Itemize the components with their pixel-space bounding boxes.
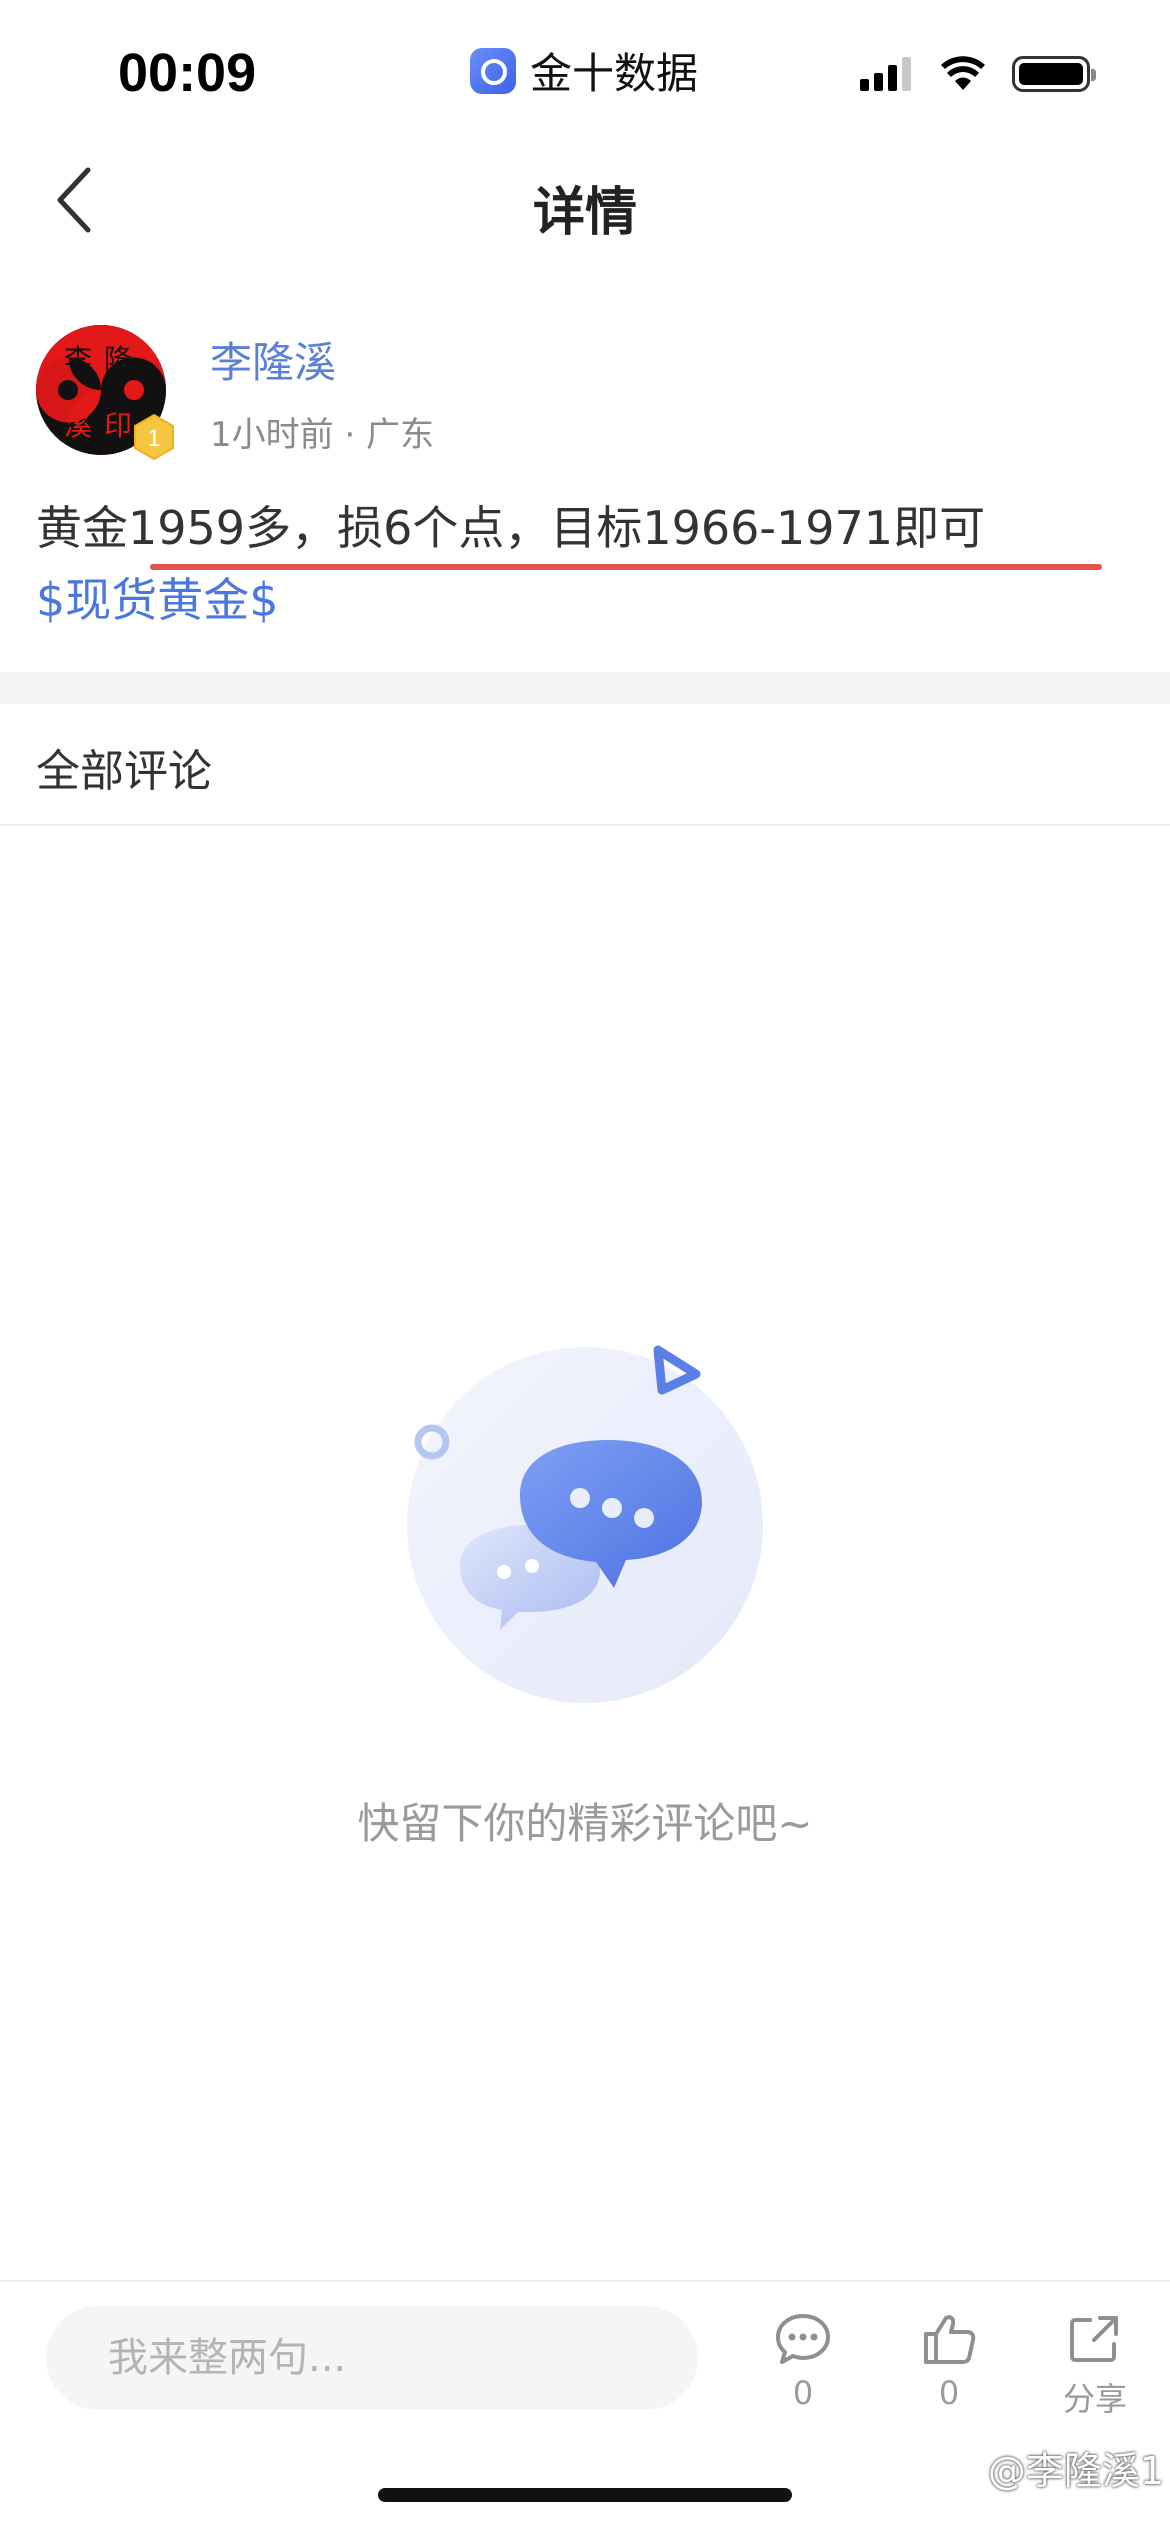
thumbs-up-icon [924, 2315, 976, 2364]
section-divider [0, 672, 1170, 704]
share-label: 分享 [1062, 2380, 1127, 2418]
nav-bar: 详情 [0, 140, 1170, 260]
share-icon [1070, 2316, 1118, 2362]
like-button[interactable]: 0 [894, 2312, 1004, 2412]
wifi-icon [941, 56, 985, 90]
post-detail-screen: 00:09 金十数据 详情 李 隆 溪 印 1 李隆溪 1小时前 · 广东 黄金… [0, 0, 1170, 2532]
app-logo-icon [470, 47, 516, 94]
like-count: 0 [938, 2374, 960, 2412]
page-title: 详情 [532, 183, 637, 243]
hand-drawn-underline [150, 564, 1102, 570]
comments-header: 全部评论 [36, 746, 212, 797]
svg-text:印: 印 [104, 409, 132, 442]
meta-separator: · [344, 415, 356, 455]
level-badge-icon: 1 [134, 413, 174, 461]
comment-input[interactable] [46, 2306, 698, 2410]
status-time: 00:09 [118, 43, 257, 103]
post-time: 1小时前 [210, 415, 334, 455]
post-text: 黄金1959多，损6个点，目标1966-1971即可 [36, 501, 986, 555]
comment-bubble-icon [776, 2314, 830, 2364]
svg-text:李: 李 [64, 343, 92, 376]
status-icons [860, 56, 1096, 92]
empty-comments-text: 快留下你的精彩评论吧~ [357, 1799, 813, 1848]
watermark: @李隆溪1 [987, 2449, 1164, 2493]
status-bar: 00:09 金十数据 [0, 0, 1170, 140]
post-location: 广东 [366, 415, 435, 455]
status-app-name: 金十数据 [530, 49, 699, 98]
status-app-indicator[interactable]: 金十数据 [470, 40, 698, 101]
post-header: 李 隆 溪 印 1 李隆溪 1小时前 · 广东 [36, 325, 1136, 465]
comments-button[interactable]: 0 [748, 2312, 858, 2412]
author-name[interactable]: 李隆溪 [210, 329, 336, 390]
post-meta: 1小时前 · 广东 [210, 407, 434, 456]
comments-divider [0, 824, 1170, 826]
comment-count: 0 [792, 2374, 814, 2412]
cellular-signal-icon [860, 57, 916, 91]
home-indicator[interactable] [378, 2488, 792, 2502]
svg-text:隆: 隆 [104, 343, 132, 376]
level-badge-text: 1 [147, 425, 160, 452]
empty-comments-illustration [407, 1345, 763, 1703]
svg-text:溪: 溪 [64, 409, 92, 442]
topic-tag-link[interactable]: $现货黄金$ [36, 564, 1136, 636]
battery-icon [1012, 56, 1096, 92]
share-button[interactable]: 分享 [1040, 2312, 1150, 2420]
